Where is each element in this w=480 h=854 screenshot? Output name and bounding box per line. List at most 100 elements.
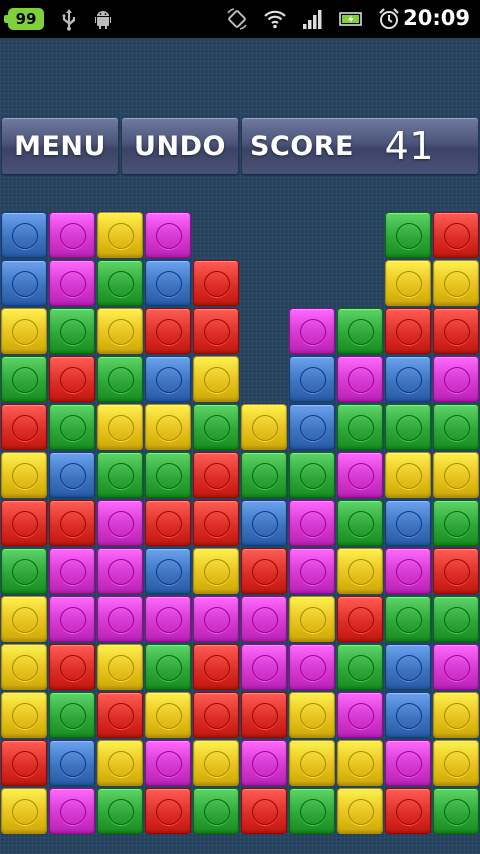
tile-blue[interactable]	[385, 500, 431, 546]
tile-magenta[interactable]	[241, 740, 287, 786]
tile-magenta[interactable]	[241, 644, 287, 690]
tile-yellow[interactable]	[1, 788, 47, 834]
tile-blue[interactable]	[289, 404, 335, 450]
tile-yellow[interactable]	[433, 692, 479, 738]
tile-magenta[interactable]	[49, 548, 95, 594]
tile-green[interactable]	[97, 788, 143, 834]
tile-magenta[interactable]	[289, 500, 335, 546]
tile-yellow[interactable]	[97, 212, 143, 258]
tile-red[interactable]	[433, 548, 479, 594]
tile-green[interactable]	[145, 452, 191, 498]
tile-magenta[interactable]	[289, 548, 335, 594]
tile-green[interactable]	[97, 356, 143, 402]
tile-green[interactable]	[337, 404, 383, 450]
tile-green[interactable]	[97, 452, 143, 498]
tile-yellow[interactable]	[433, 260, 479, 306]
tile-magenta[interactable]	[337, 452, 383, 498]
tile-magenta[interactable]	[49, 596, 95, 642]
tile-yellow[interactable]	[289, 596, 335, 642]
tile-magenta[interactable]	[433, 644, 479, 690]
tile-blue[interactable]	[241, 500, 287, 546]
tile-magenta[interactable]	[385, 548, 431, 594]
tile-yellow[interactable]	[1, 644, 47, 690]
tile-red[interactable]	[97, 692, 143, 738]
tile-blue[interactable]	[1, 212, 47, 258]
tile-yellow[interactable]	[385, 452, 431, 498]
tile-green[interactable]	[193, 404, 239, 450]
tile-green[interactable]	[433, 788, 479, 834]
tile-blue[interactable]	[145, 260, 191, 306]
tile-red[interactable]	[49, 644, 95, 690]
tile-red[interactable]	[241, 548, 287, 594]
tile-magenta[interactable]	[433, 356, 479, 402]
tile-green[interactable]	[385, 212, 431, 258]
tile-red[interactable]	[385, 788, 431, 834]
tile-blue[interactable]	[49, 740, 95, 786]
tile-green[interactable]	[337, 308, 383, 354]
tile-green[interactable]	[193, 788, 239, 834]
tile-yellow[interactable]	[385, 260, 431, 306]
tile-magenta[interactable]	[97, 596, 143, 642]
tile-yellow[interactable]	[1, 596, 47, 642]
tile-magenta[interactable]	[49, 212, 95, 258]
tile-blue[interactable]	[145, 548, 191, 594]
tile-yellow[interactable]	[145, 692, 191, 738]
tile-red[interactable]	[193, 452, 239, 498]
tile-red[interactable]	[193, 308, 239, 354]
tile-yellow[interactable]	[97, 404, 143, 450]
tile-green[interactable]	[337, 644, 383, 690]
tile-green[interactable]	[97, 260, 143, 306]
tile-yellow[interactable]	[289, 692, 335, 738]
tile-green[interactable]	[49, 308, 95, 354]
tile-magenta[interactable]	[193, 596, 239, 642]
tile-red[interactable]	[49, 500, 95, 546]
tile-red[interactable]	[433, 308, 479, 354]
tile-yellow[interactable]	[193, 548, 239, 594]
tile-yellow[interactable]	[145, 404, 191, 450]
tile-magenta[interactable]	[145, 596, 191, 642]
tile-red[interactable]	[145, 500, 191, 546]
tile-magenta[interactable]	[145, 740, 191, 786]
tile-yellow[interactable]	[1, 452, 47, 498]
tile-yellow[interactable]	[337, 788, 383, 834]
tile-green[interactable]	[1, 548, 47, 594]
tile-green[interactable]	[241, 452, 287, 498]
tile-green[interactable]	[433, 404, 479, 450]
tile-yellow[interactable]	[193, 356, 239, 402]
tile-blue[interactable]	[289, 356, 335, 402]
tile-blue[interactable]	[1, 260, 47, 306]
tile-blue[interactable]	[385, 692, 431, 738]
tile-green[interactable]	[145, 644, 191, 690]
tile-green[interactable]	[385, 596, 431, 642]
tile-green[interactable]	[433, 500, 479, 546]
tile-yellow[interactable]	[97, 308, 143, 354]
tile-red[interactable]	[193, 500, 239, 546]
tile-green[interactable]	[433, 596, 479, 642]
tile-red[interactable]	[241, 788, 287, 834]
tile-yellow[interactable]	[97, 740, 143, 786]
tile-green[interactable]	[337, 500, 383, 546]
tile-magenta[interactable]	[241, 596, 287, 642]
tile-magenta[interactable]	[337, 356, 383, 402]
tile-magenta[interactable]	[97, 500, 143, 546]
tile-magenta[interactable]	[145, 212, 191, 258]
tile-magenta[interactable]	[289, 644, 335, 690]
tile-blue[interactable]	[145, 356, 191, 402]
tile-green[interactable]	[49, 692, 95, 738]
tile-red[interactable]	[193, 692, 239, 738]
tile-red[interactable]	[337, 596, 383, 642]
tile-red[interactable]	[193, 260, 239, 306]
tile-magenta[interactable]	[337, 692, 383, 738]
tile-yellow[interactable]	[337, 548, 383, 594]
tile-yellow[interactable]	[241, 404, 287, 450]
tile-magenta[interactable]	[97, 548, 143, 594]
tile-red[interactable]	[1, 404, 47, 450]
tile-magenta[interactable]	[49, 788, 95, 834]
tile-red[interactable]	[433, 212, 479, 258]
tile-yellow[interactable]	[1, 308, 47, 354]
tile-green[interactable]	[289, 788, 335, 834]
tile-yellow[interactable]	[289, 740, 335, 786]
tile-yellow[interactable]	[193, 740, 239, 786]
tile-red[interactable]	[49, 356, 95, 402]
tile-yellow[interactable]	[433, 452, 479, 498]
